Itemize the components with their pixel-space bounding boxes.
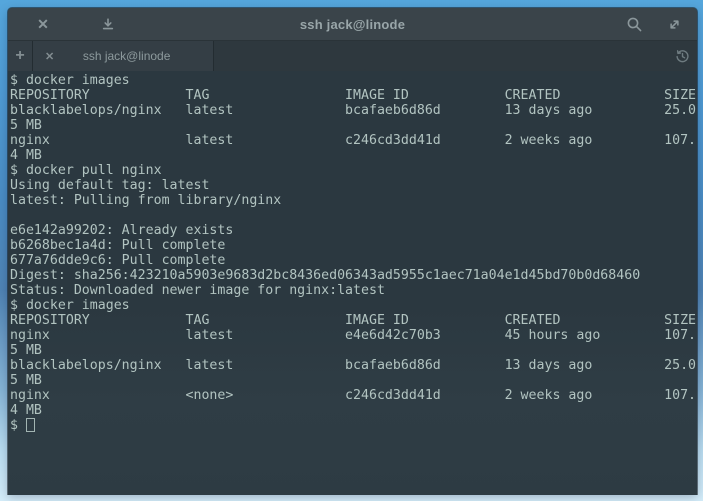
shell-prompt: $ <box>10 418 26 433</box>
search-icon[interactable] <box>625 15 643 33</box>
new-tab-button[interactable]: + <box>8 41 33 71</box>
tabbar: + ✕ ssh jack@linode <box>8 41 697 71</box>
expand-icon[interactable] <box>665 15 683 33</box>
terminal-output[interactable]: $ docker images REPOSITORY TAG IMAGE ID … <box>8 71 697 495</box>
download-icon[interactable] <box>99 15 117 33</box>
desktop-wallpaper: ✕ ssh jack@linode <box>0 0 703 501</box>
history-icon[interactable] <box>667 41 697 71</box>
terminal-window: ✕ ssh jack@linode <box>8 8 697 494</box>
titlebar: ✕ ssh jack@linode <box>8 8 697 41</box>
close-window-icon[interactable]: ✕ <box>34 15 52 33</box>
prompt-line: $ <box>8 418 697 433</box>
tab-ssh-jack-linode[interactable]: ✕ ssh jack@linode <box>33 41 214 71</box>
tabbar-spacer <box>214 41 667 71</box>
terminal-cursor <box>26 418 35 432</box>
tab-close-icon[interactable]: ✕ <box>45 50 54 63</box>
tab-label: ssh jack@linode <box>54 49 213 63</box>
terminal-text: $ docker images REPOSITORY TAG IMAGE ID … <box>8 71 697 418</box>
